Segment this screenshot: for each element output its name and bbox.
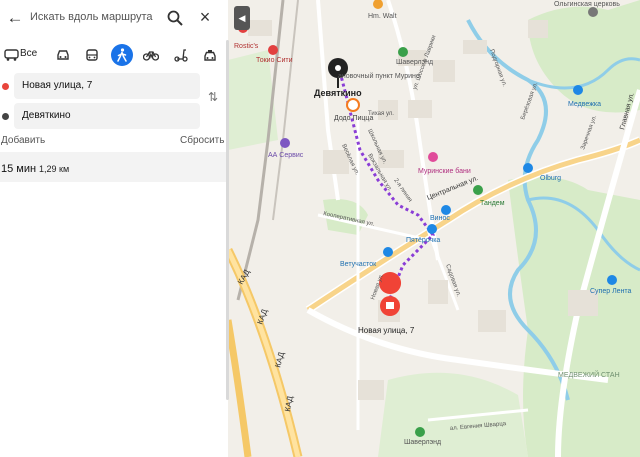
bicycle-icon[interactable] — [140, 44, 162, 66]
olburg-icon — [523, 163, 533, 173]
route-search-input[interactable]: Искать вдоль маршрута — [30, 11, 153, 23]
route-point-to[interactable]: Девяткино — [2, 103, 200, 129]
shaverland-icon — [398, 47, 408, 57]
taxi-icon[interactable] — [199, 44, 221, 66]
vet-icon — [383, 247, 393, 257]
block — [428, 280, 448, 304]
label-olginskaya: Ольгинская церковь — [554, 1, 620, 8]
route-actions: Добавить Сбросить — [0, 134, 228, 150]
label-muriinskie: Муринские бани — [418, 167, 471, 175]
aa-service-icon — [280, 138, 290, 148]
car-icon[interactable] — [52, 44, 74, 66]
shaverland-bottom-icon — [415, 427, 425, 437]
label-shaverland-bottom: Шаверлэнд — [404, 439, 441, 446]
church-icon — [588, 7, 598, 17]
route-summary[interactable]: 15 мин 1,29 км — [0, 152, 228, 182]
label-transport-hub: ановочный пункт Мурино — [338, 72, 420, 80]
route-distance: 1,29 км — [39, 164, 70, 174]
panel-scrollbar[interactable] — [226, 40, 229, 400]
pyaterochka-icon — [427, 224, 437, 234]
label-tandem: Тандем — [480, 200, 505, 207]
mode-all-label[interactable]: Все — [20, 48, 37, 59]
label-pyaterochka: Пятёрочка — [406, 237, 440, 244]
label-aa-service: АА Сервис — [268, 152, 304, 159]
label-tokio: Токио Сити — [256, 57, 293, 64]
block — [463, 40, 487, 54]
medvezhka-icon — [573, 85, 583, 95]
route-panel: ← Искать вдоль маршрута × Все Новая улиц… — [0, 0, 228, 457]
collapse-panel-button[interactable]: ◀ — [234, 6, 250, 30]
label-medvezhka: Медвежка — [568, 101, 601, 108]
label-medvezhiy-stan: МЕДВЕЖИЙ СТАН — [558, 370, 620, 379]
search-icon[interactable] — [166, 9, 184, 27]
label-hm-walt: Hm. Walt — [368, 13, 397, 20]
transport-modes: Все — [0, 40, 228, 70]
route-time: 15 мин — [1, 163, 37, 175]
block — [408, 100, 432, 118]
route-from-text[interactable]: Новая улица, 7 — [22, 80, 92, 91]
label-vinos: Винос — [430, 215, 450, 222]
block — [478, 310, 506, 332]
search-row: ← Искать вдоль маршрута × — [0, 0, 228, 36]
back-arrow-icon[interactable]: ← — [6, 9, 24, 27]
label-vetuchastok: Ветучасток — [340, 261, 377, 268]
tokio-icon — [268, 45, 278, 55]
label-super-lenta: Супер Лента — [590, 288, 632, 295]
lenta-icon — [607, 275, 617, 285]
to-dot-icon — [2, 113, 9, 120]
close-icon[interactable]: × — [196, 8, 214, 26]
label-rostics: Rostic's — [234, 43, 259, 50]
vinos-icon — [441, 205, 451, 215]
block — [248, 20, 272, 36]
label-olburg: Olburg — [540, 175, 561, 182]
from-dot-icon — [2, 83, 9, 90]
label-destination: Новая улица, 7 — [358, 326, 415, 335]
route-point-from[interactable]: Новая улица, 7 — [2, 73, 200, 99]
dodo-icon — [346, 98, 360, 112]
route-to-text[interactable]: Девяткино — [22, 110, 71, 121]
block — [433, 60, 455, 82]
block — [378, 100, 398, 120]
label-devyatkino: Девяткино — [314, 88, 362, 98]
scooter-icon[interactable] — [170, 44, 192, 66]
block — [528, 20, 548, 38]
add-point-button[interactable]: Добавить — [1, 135, 45, 146]
pedestrian-icon[interactable] — [111, 44, 133, 66]
tandem-icon — [473, 185, 483, 195]
swap-points-icon[interactable]: ⇅ — [208, 90, 222, 106]
reset-button[interactable]: Сбросить — [180, 135, 224, 146]
start-pin-dot — [335, 65, 341, 71]
banya-icon — [428, 152, 438, 162]
map-canvas[interactable]: Hm. Walt Ольгинская церковь Rostic's Ток… — [228, 0, 640, 457]
destination-building-icon — [386, 302, 394, 309]
block — [358, 380, 384, 400]
all-modes-icon[interactable] — [4, 48, 19, 62]
label-st-tihaya: Тихая ул. — [368, 111, 394, 117]
bus-icon[interactable] — [81, 44, 103, 66]
